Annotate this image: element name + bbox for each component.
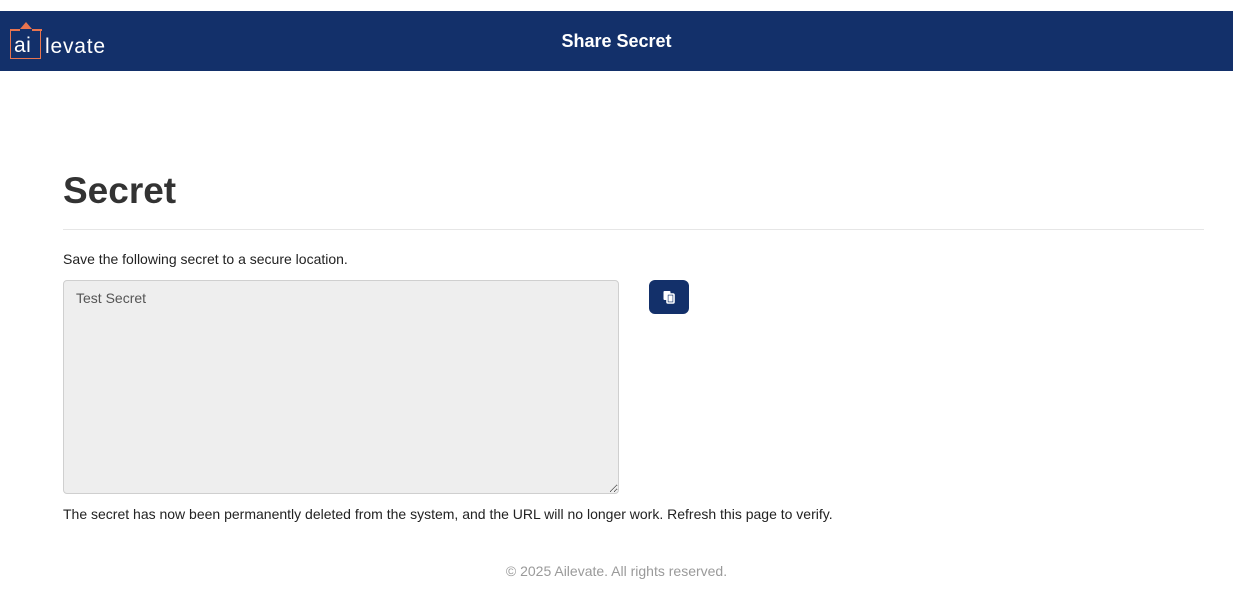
copy-icon <box>663 291 675 304</box>
header-title: Share Secret <box>561 31 672 51</box>
footer-copyright: © 2025 Ailevate. All rights reserved. <box>505 563 728 579</box>
copy-button[interactable] <box>649 280 689 314</box>
deletion-notice: The secret has now been permanently dele… <box>63 506 833 522</box>
top-navbar: ai levate Share Secret <box>0 11 1233 71</box>
secret-textarea[interactable]: Test Secret <box>63 280 619 494</box>
page-title: Secret <box>63 170 177 211</box>
main-content: Secret Save the following secret to a se… <box>63 160 1204 522</box>
instruction-text: Save the following secret to a secure lo… <box>63 251 348 267</box>
title-divider <box>63 229 1204 230</box>
